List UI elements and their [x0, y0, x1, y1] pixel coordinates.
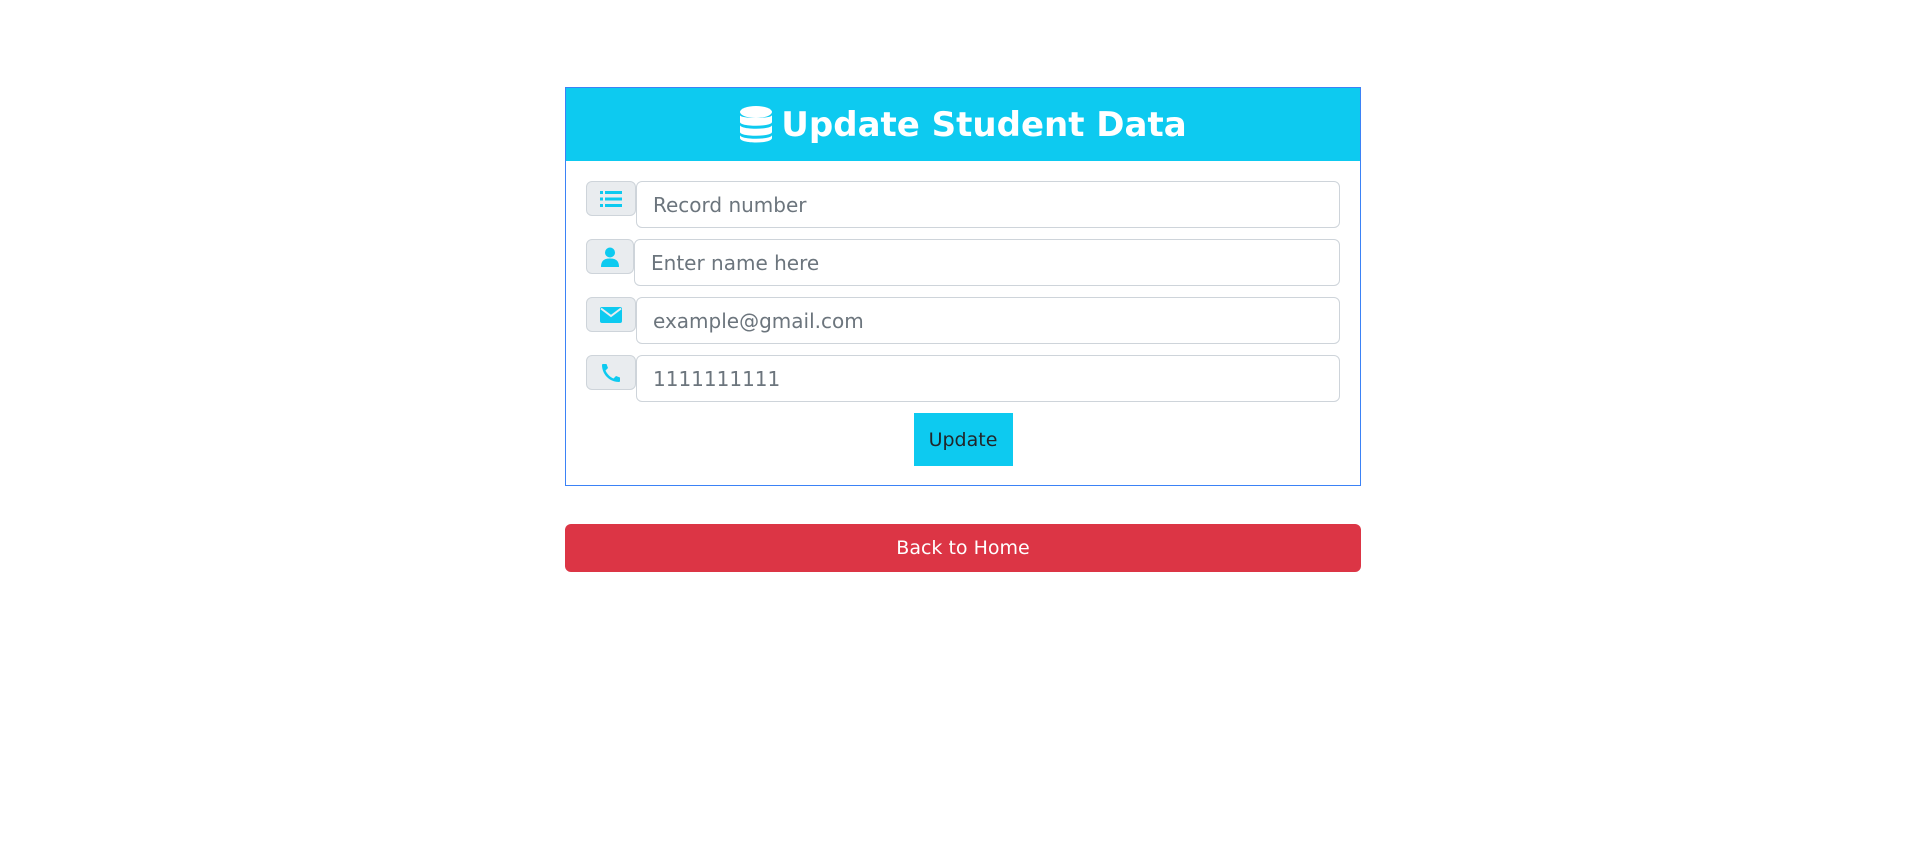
phone-icon — [586, 355, 636, 390]
record-row — [586, 181, 1340, 228]
email-row — [586, 297, 1340, 344]
student-form: Update — [566, 161, 1360, 466]
user-icon — [586, 239, 634, 274]
phone-input[interactable] — [636, 355, 1340, 402]
update-button-wrap: Update — [586, 413, 1340, 466]
card-header: Update Student Data — [566, 88, 1360, 161]
update-button[interactable]: Update — [913, 413, 1013, 466]
page-title: Update Student Data — [781, 104, 1187, 145]
record-number-input[interactable] — [636, 181, 1340, 228]
name-row — [586, 239, 1340, 286]
page: Update Student Data Record number Enter … — [0, 0, 1920, 867]
list-icon — [586, 181, 636, 216]
back-to-home-button[interactable]: Back to Home — [565, 524, 1361, 572]
update-card: Update Student Data Record number Enter … — [565, 87, 1361, 486]
database-icon — [739, 105, 773, 144]
phone-row — [586, 355, 1340, 402]
name-input[interactable] — [634, 239, 1340, 286]
envelope-icon — [586, 297, 636, 332]
email-input[interactable] — [636, 297, 1340, 344]
